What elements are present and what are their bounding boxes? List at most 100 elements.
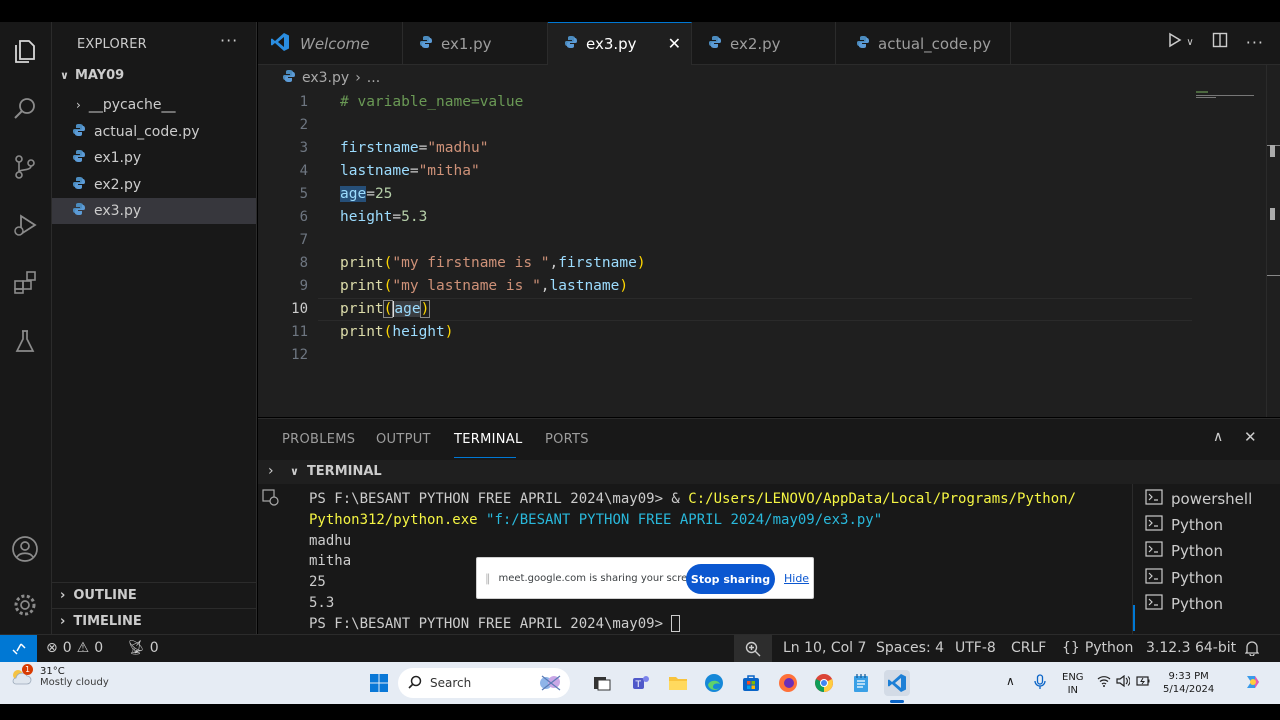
tab-ex1[interactable]: ex1.py [403, 22, 548, 65]
terminal-instance[interactable]: Python [1145, 568, 1223, 588]
remote-icon[interactable] [0, 635, 37, 663]
close-icon[interactable]: ✕ [668, 34, 681, 53]
paren: ) [419, 300, 431, 318]
windows-start-icon[interactable] [366, 670, 392, 696]
terminal-icon [1145, 489, 1163, 509]
tab-ports[interactable]: PORTS [545, 432, 589, 447]
folder-label: MAY09 [74, 68, 125, 83]
store-icon[interactable] [738, 670, 764, 696]
zoom-icon[interactable] [734, 635, 772, 663]
extensions-icon[interactable] [8, 266, 42, 300]
split-editor-icon[interactable] [1212, 32, 1228, 52]
battery-icon[interactable] [1136, 675, 1150, 691]
hide-link[interactable]: Hide [784, 572, 809, 585]
tree-item-ex1[interactable]: ex1.py [52, 145, 256, 171]
chrome-icon[interactable] [811, 670, 837, 696]
explorer-icon[interactable] [8, 34, 42, 68]
python-icon [856, 35, 870, 53]
line-number: 2 [299, 117, 308, 133]
notepad-icon[interactable] [848, 670, 874, 696]
run-debug-icon[interactable] [8, 208, 42, 242]
terminal-instance[interactable]: Python [1145, 594, 1223, 614]
python-interpreter[interactable]: 3.12.3 64-bit [1146, 640, 1236, 656]
terminal-section-header[interactable]: › ∨ TERMINAL [258, 460, 1280, 484]
tab-output[interactable]: OUTPUT [376, 432, 431, 447]
function: print [340, 324, 384, 340]
file-explorer-icon[interactable] [665, 670, 691, 696]
warning-count: 0 [94, 640, 104, 656]
chevron-down-icon[interactable]: ∨ [1186, 37, 1193, 48]
tray-chevron-up-icon[interactable]: ∧ [1006, 675, 1015, 688]
language-mode[interactable]: {} Python [1062, 640, 1133, 656]
account-icon[interactable] [8, 532, 42, 566]
tab-actual-code[interactable]: actual_code.py [836, 22, 1011, 65]
tab-terminal[interactable]: TERMINAL [454, 432, 523, 447]
terminal-instance[interactable]: powershell [1145, 489, 1252, 509]
tree-item-ex3[interactable]: ex3.py [52, 198, 256, 224]
maximize-panel-icon[interactable]: ∧ [1213, 429, 1223, 445]
timeline-section[interactable]: › TIMELINE [60, 614, 142, 629]
tab-ex2[interactable]: ex2.py [692, 22, 836, 65]
editor-scrollbar[interactable] [1266, 65, 1280, 417]
weather-temp: 31°C [40, 666, 65, 677]
comma: , [549, 255, 559, 271]
minimap[interactable] [1196, 91, 1266, 99]
eol-status[interactable]: CRLF [1011, 640, 1046, 656]
vscode-taskbar-icon[interactable] [884, 670, 910, 696]
chevron-right-icon: › [60, 588, 66, 603]
terminal-debug-icon[interactable] [262, 489, 280, 511]
notifications-bell-icon[interactable] [1245, 640, 1259, 656]
terminal-icon [1145, 515, 1163, 535]
copilot-icon[interactable] [1243, 672, 1263, 696]
language-indicator[interactable]: ENG IN [1062, 671, 1084, 697]
python-file-icon [72, 176, 86, 194]
code-editor[interactable]: 1 2 3 4 5 6 7 8 9 10 11 12 # variable_na… [258, 65, 1280, 417]
task-view-icon[interactable] [589, 670, 615, 696]
clock[interactable]: 9:33 PM 5/14/2024 [1163, 670, 1214, 696]
ports-status[interactable]: 📡︎ 0 [127, 640, 159, 656]
search-icon[interactable] [8, 92, 42, 126]
source-control-icon[interactable] [8, 150, 42, 184]
python-icon [419, 35, 433, 53]
stop-sharing-button[interactable]: Stop sharing [686, 564, 775, 594]
wifi-icon[interactable] [1097, 675, 1111, 691]
windows-taskbar: 1 31°C Mostly cloudy Search T ∧ ENG IN 9… [0, 662, 1280, 704]
more-actions-icon[interactable]: ··· [1246, 33, 1264, 52]
editor-tabs: Welcome ex1.py ex3.py ✕ ex2.py actual_co… [258, 22, 1280, 65]
tab-problems[interactable]: PROBLEMS [282, 432, 355, 447]
outline-section[interactable]: › OUTLINE [60, 588, 137, 603]
tree-item-pycache[interactable]: › __pycache__ [52, 92, 256, 118]
chevron-right-icon[interactable]: › [268, 463, 274, 479]
weather-widget[interactable]: 1 31°C Mostly cloudy [10, 664, 109, 688]
problems-status[interactable]: ⊗ 0 ⚠ 0 [46, 640, 103, 656]
explorer-more-icon[interactable]: ··· [220, 31, 238, 50]
taskbar-search[interactable]: Search [398, 668, 570, 698]
status-bar: ⊗ 0 ⚠ 0 📡︎ 0 Ln 10, Col 7 Spaces: 4 UTF-8 C… [0, 634, 1280, 663]
breadcrumb-file[interactable]: ex3.py [302, 70, 349, 86]
microphone-icon[interactable] [1034, 674, 1046, 694]
weather-badge: 1 [22, 664, 33, 675]
testing-flask-icon[interactable] [8, 324, 42, 358]
teams-icon[interactable]: T [628, 670, 654, 696]
settings-gear-icon[interactable] [8, 588, 42, 622]
indentation-status[interactable]: Spaces: 4 [876, 640, 944, 656]
tree-item-actual-code[interactable]: actual_code.py [52, 119, 256, 145]
volume-icon[interactable] [1116, 674, 1131, 691]
code-line-9: print("my lastname is ",lastname) [340, 278, 628, 294]
breadcrumb-rest[interactable]: ... [367, 70, 380, 86]
braces-icon: {} [1062, 640, 1080, 656]
drag-handle-icon[interactable]: ∥ [485, 572, 491, 585]
cursor-position[interactable]: Ln 10, Col 7 [783, 640, 866, 656]
breadcrumb[interactable]: ex3.py › ... [282, 69, 380, 87]
close-panel-icon[interactable]: ✕ [1244, 428, 1257, 446]
terminal-instance[interactable]: Python [1145, 541, 1223, 561]
folder-may09[interactable]: ∨ MAY09 [60, 68, 124, 83]
firefox-icon[interactable] [775, 670, 801, 696]
terminal-instance[interactable]: Python [1145, 515, 1223, 535]
tab-ex3[interactable]: ex3.py ✕ [548, 22, 692, 65]
tab-welcome[interactable]: Welcome [258, 22, 403, 65]
encoding-status[interactable]: UTF-8 [955, 640, 996, 656]
tree-item-ex2[interactable]: ex2.py [52, 172, 256, 198]
run-play-icon[interactable] [1166, 32, 1182, 52]
edge-icon[interactable] [701, 670, 727, 696]
